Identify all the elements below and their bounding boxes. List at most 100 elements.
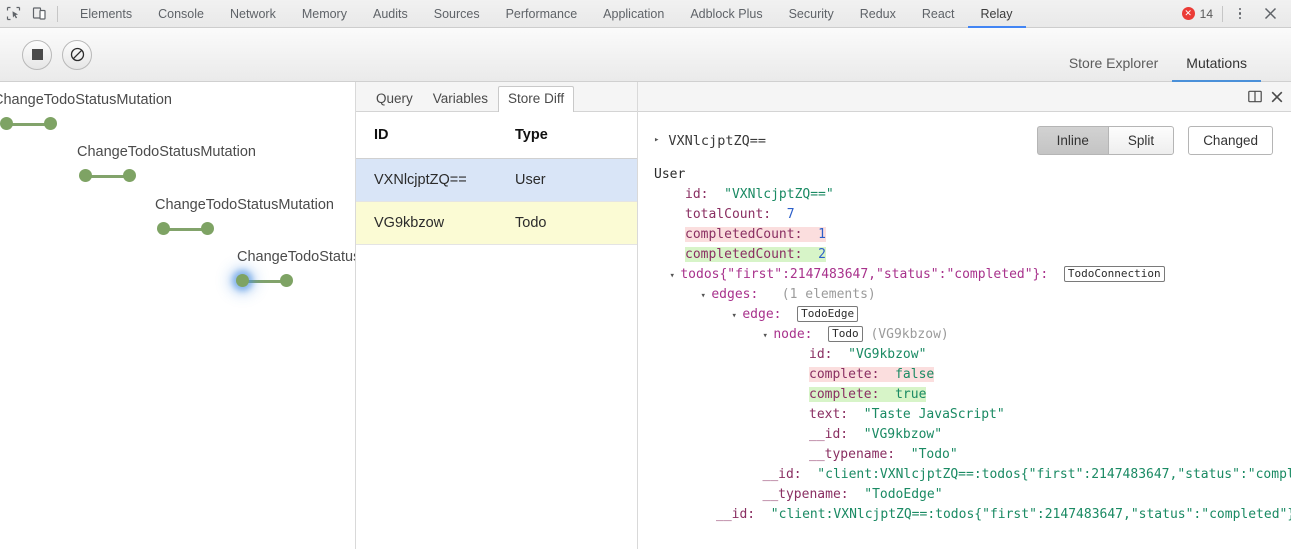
diff-token-v-bool: true [895, 387, 926, 402]
diff-line-content: __typename: "TodoEdge" [763, 487, 943, 502]
split-pane-icon[interactable] [1248, 90, 1262, 103]
diff-line-content: ▾ edges: (1 elements) [701, 287, 876, 302]
chevron-right-icon[interactable]: ▸ [654, 136, 659, 145]
diff-spacer [758, 287, 781, 302]
timeline-entry[interactable]: ChangeTodoStatusMutation [0, 249, 356, 288]
store-diff-tab-variables[interactable]: Variables [423, 86, 498, 111]
timeline-end-dot[interactable] [280, 274, 293, 287]
changed-filter-button[interactable]: Changed [1188, 126, 1273, 155]
devtools-tab-network[interactable]: Network [217, 0, 289, 28]
diff-token-t-root: User [654, 167, 685, 182]
devtools-tab-application[interactable]: Application [590, 0, 677, 28]
inspect-element-icon[interactable] [0, 1, 26, 27]
relay-subtab-mutations[interactable]: Mutations [1172, 55, 1261, 82]
timeline-entry[interactable]: ChangeTodoStatusMutation [0, 92, 172, 131]
devtools-tab-sources[interactable]: Sources [421, 0, 493, 28]
diff-root-id: VXNlcjptZQ== [668, 133, 766, 149]
view-mode-toggle: InlineSplit [1037, 126, 1175, 155]
table-row[interactable]: VXNlcjptZQ==User [356, 159, 638, 202]
timeline-end-dot[interactable] [123, 169, 136, 182]
diff-content[interactable]: User id: "VXNlcjptZQ=="totalCount: 7 compl… [638, 165, 1291, 549]
devtools-tab-react[interactable]: React [909, 0, 968, 28]
timeline-start-dot[interactable] [79, 169, 92, 182]
diff-line: totalCount: 7 [654, 205, 1291, 225]
chevron-down-icon[interactable]: ▾ [670, 271, 681, 281]
timeline-end-dot[interactable] [201, 222, 214, 235]
timeline-entry[interactable]: ChangeTodoStatusMutation [0, 144, 256, 183]
diff-line: complete: false [654, 365, 1291, 385]
diff-spacer [879, 387, 895, 402]
cell-type: Todo [497, 202, 638, 245]
device-toolbar-icon[interactable] [26, 1, 52, 27]
devtools-tab-relay[interactable]: Relay [968, 0, 1026, 28]
devtools-tab-redux[interactable]: Redux [847, 0, 909, 28]
relay-subtab-list: Store ExplorerMutations [1055, 28, 1291, 82]
chevron-down-icon[interactable]: ▾ [701, 291, 712, 301]
devtools-tab-audits[interactable]: Audits [360, 0, 421, 28]
diff-token-k-expand: edge: [742, 307, 781, 322]
diff-spacer [895, 447, 911, 462]
diff-spacer [708, 187, 724, 202]
timeline-track [0, 222, 334, 236]
devtools-tab-list: ElementsConsoleNetworkMemoryAuditsSource… [67, 0, 1026, 28]
diff-token-k-prop: __id: [763, 467, 802, 482]
diff-token-k-prop: __typename: [763, 487, 849, 502]
diff-line: __id: "client:VXNlcjptZQ==:todos{"first"… [654, 465, 1291, 485]
diff-token-k-prop: text: [809, 407, 848, 422]
column-header-id: ID [356, 112, 497, 159]
store-diff-table: ID Type VXNlcjptZQ==UserVG9kbzowTodo [356, 112, 638, 245]
diff-line: id: "VXNlcjptZQ==" [654, 185, 1291, 205]
diff-token-k-expand: node: [773, 327, 812, 342]
diff-line-content: completedCount: 2 [685, 247, 826, 262]
devtools-tab-security[interactable]: Security [776, 0, 847, 28]
close-icon[interactable] [1271, 91, 1283, 103]
diff-spacer [1048, 267, 1064, 282]
timeline-start-dot[interactable] [236, 274, 249, 287]
timeline-entry-label: ChangeTodoStatusMutation [0, 92, 172, 108]
devtools-tab-adblock-plus[interactable]: Adblock Plus [677, 0, 775, 28]
timeline-entry[interactable]: ChangeTodoStatusMutation [0, 197, 334, 236]
toolbar-divider [1222, 6, 1223, 22]
timeline-end-dot[interactable] [44, 117, 57, 130]
devtools-tab-elements[interactable]: Elements [67, 0, 145, 28]
table-row[interactable]: VG9kbzowTodo [356, 202, 638, 245]
diff-line: completedCount: 2 [654, 245, 1291, 265]
diff-viewer-header: ▸ VXNlcjptZQ== InlineSplit Changed [638, 112, 1291, 165]
diff-token-v-str: "client:VXNlcjptZQ==:todos{"first":21474… [771, 507, 1291, 522]
diff-token-v-str: "Taste JavaScript" [864, 407, 1005, 422]
error-icon: ✕ [1182, 7, 1195, 20]
devtools-tab-console[interactable]: Console [145, 0, 217, 28]
cell-type: User [497, 159, 638, 202]
chevron-down-icon[interactable]: ▾ [763, 331, 774, 341]
devtools-tab-performance[interactable]: Performance [493, 0, 591, 28]
diff-line: __typename: "TodoEdge" [654, 485, 1291, 505]
timeline-start-dot[interactable] [0, 117, 13, 130]
store-diff-tab-query[interactable]: Query [366, 86, 423, 111]
error-badge[interactable]: ✕ 14 [1182, 7, 1222, 21]
cell-id: VXNlcjptZQ== [356, 159, 497, 202]
mutation-timeline-pane[interactable]: ChangeTodoStatusMutation ChangeTodoStatus… [0, 82, 356, 549]
diff-spacer [771, 207, 787, 222]
timeline-start-dot[interactable] [157, 222, 170, 235]
diff-token-v-str: "VXNlcjptZQ==" [724, 187, 834, 202]
timeline-track [0, 117, 172, 131]
clear-button[interactable] [62, 40, 92, 70]
diff-line-content: __id: "client:VXNlcjptZQ==:todos{"first"… [763, 467, 1291, 482]
diff-root-node[interactable]: ▸ VXNlcjptZQ== [654, 133, 766, 149]
diff-line: ▾ todos{"first":2147483647,"status":"com… [654, 265, 1291, 285]
close-devtools-icon[interactable] [1257, 1, 1283, 27]
devtools-tab-memory[interactable]: Memory [289, 0, 360, 28]
store-diff-pane: QueryVariablesStore Diff ID Type VXNlcjp… [356, 82, 638, 549]
view-mode-inline[interactable]: Inline [1037, 126, 1108, 155]
chevron-down-icon[interactable]: ▾ [732, 311, 743, 321]
diff-spacer [802, 227, 818, 242]
store-diff-tab-store-diff[interactable]: Store Diff [498, 86, 574, 112]
diff-viewer-pane: ▸ VXNlcjptZQ== InlineSplit Changed User i… [638, 82, 1291, 549]
table-header-row: ID Type [356, 112, 638, 159]
stop-recording-button[interactable] [22, 40, 52, 70]
view-mode-split[interactable]: Split [1108, 126, 1174, 155]
main-content: ChangeTodoStatusMutation ChangeTodoStatus… [0, 82, 1291, 549]
more-options-icon[interactable] [1227, 1, 1253, 27]
relay-subtab-store-explorer[interactable]: Store Explorer [1055, 55, 1172, 82]
stop-square-icon [32, 49, 43, 60]
